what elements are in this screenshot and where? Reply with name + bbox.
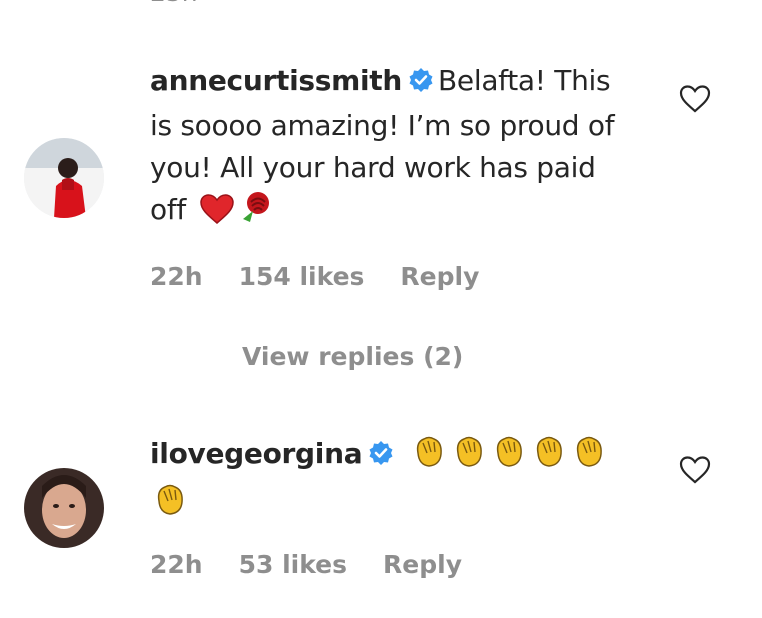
comment-username[interactable]: ilovegeorgina <box>150 437 363 470</box>
like-heart-button[interactable] <box>678 83 712 115</box>
comment-body: ilovegeorgina <box>150 433 640 529</box>
avatar[interactable] <box>24 468 104 548</box>
clapping-hands-icon <box>531 433 567 481</box>
reply-button[interactable]: Reply <box>400 262 479 291</box>
comment-time: 22h <box>150 262 203 291</box>
rose-icon <box>239 189 275 237</box>
red-heart-icon <box>199 193 235 237</box>
reply-button[interactable]: Reply <box>383 550 462 579</box>
view-replies-button[interactable]: View replies (2) <box>242 342 463 371</box>
clapping-hands-icon <box>451 433 487 481</box>
truncated-timestamp: 23h <box>150 0 198 7</box>
clapping-hands-icon <box>571 433 607 481</box>
clapping-hands-icon <box>411 433 447 481</box>
comment-meta: 22h 154 likes Reply <box>150 262 515 291</box>
comment-likes[interactable]: 154 likes <box>239 262 365 291</box>
avatar[interactable] <box>24 138 104 218</box>
comment-username[interactable]: annecurtissmith <box>150 64 402 97</box>
avatar-photo <box>24 468 104 548</box>
verified-badge-icon <box>368 436 394 478</box>
comment-body: annecurtissmith Belafta! This is soooo am… <box>150 60 640 237</box>
clapping-hands-icon <box>491 433 527 481</box>
clapping-hands-icon <box>152 481 188 529</box>
avatar-photo <box>24 138 104 218</box>
comment-meta: 22h 53 likes Reply <box>150 550 498 579</box>
like-heart-button[interactable] <box>678 454 712 486</box>
comment-time: 22h <box>150 550 203 579</box>
verified-badge-icon <box>408 63 434 105</box>
comment-likes[interactable]: 53 likes <box>239 550 347 579</box>
